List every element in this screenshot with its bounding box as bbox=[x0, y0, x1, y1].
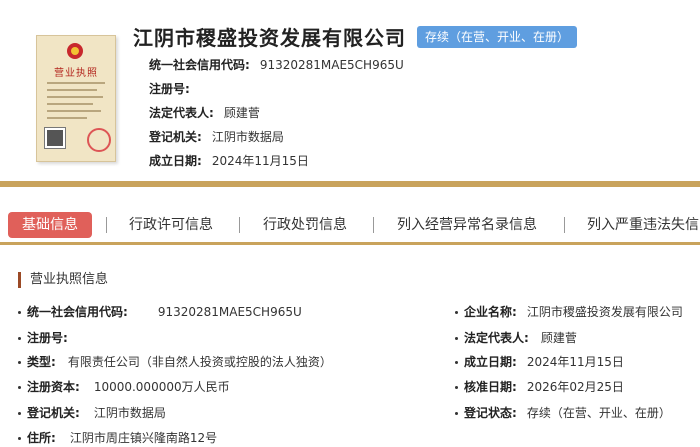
detail-label: 核准日期: bbox=[464, 380, 517, 394]
tab-admin-penalty[interactable]: 行政处罚信息 bbox=[263, 212, 347, 238]
tab-abnormal-list[interactable]: 列入经营异常名录信息 bbox=[397, 212, 537, 238]
license-text-line bbox=[47, 82, 105, 84]
tab-serious-violation[interactable]: 列入严重违法失信 bbox=[587, 212, 699, 238]
status-badge: 存续（在营、开业、在册） bbox=[417, 26, 578, 48]
info-label: 统一社会信用代码: bbox=[149, 58, 250, 72]
license-text-line bbox=[47, 89, 97, 91]
detail-label: 类型: bbox=[27, 355, 56, 369]
detail-type: 类型: 有限责任公司（非自然人投资或控股的法人独资） bbox=[18, 353, 332, 371]
license-text-line bbox=[47, 103, 93, 105]
detail-established: 成立日期: 2024年11月15日 bbox=[455, 353, 624, 371]
detail-value: 10000.000000万人民币 bbox=[93, 380, 230, 394]
detail-label: 注册资本: bbox=[27, 380, 80, 394]
header-info-authority: 登记机关: 江阴市数据局 bbox=[149, 125, 404, 149]
tab-separator bbox=[564, 217, 565, 233]
bullet-dot bbox=[455, 361, 458, 364]
tab-separator bbox=[373, 217, 374, 233]
bullet-dot bbox=[455, 311, 458, 314]
detail-reg-status: 登记状态: 存续（在营、开业、在册） bbox=[455, 404, 671, 422]
company-name-title: 江阴市稷盛投资发展有限公司 bbox=[133, 26, 406, 50]
business-license-thumbnail[interactable]: 营业执照 bbox=[36, 35, 116, 162]
tab-admin-license[interactable]: 行政许可信息 bbox=[129, 212, 213, 238]
qr-code-icon bbox=[44, 127, 66, 149]
license-text-line bbox=[47, 110, 101, 112]
bullet-dot bbox=[18, 361, 21, 364]
tab-underline bbox=[0, 242, 700, 245]
header-info-established: 成立日期: 2024年11月15日 bbox=[149, 149, 404, 173]
detail-label: 统一社会信用代码: bbox=[27, 305, 128, 319]
gold-divider bbox=[0, 181, 700, 187]
info-label: 登记机关: bbox=[149, 130, 202, 144]
detail-approval-date: 核准日期: 2026年02月25日 bbox=[455, 378, 624, 396]
official-seal-icon bbox=[87, 128, 111, 152]
bullet-dot bbox=[455, 337, 458, 340]
detail-value: 2024年11月15日 bbox=[526, 355, 624, 369]
info-label: 注册号: bbox=[149, 82, 190, 96]
detail-label: 住所: bbox=[27, 431, 56, 445]
bullet-dot bbox=[18, 386, 21, 389]
detail-label: 登记机关: bbox=[27, 406, 80, 420]
bullet-dot bbox=[18, 437, 21, 440]
header-info-reg-number: 注册号: bbox=[149, 77, 404, 101]
detail-company-name: 企业名称: 江阴市稷盛投资发展有限公司 bbox=[455, 303, 683, 321]
tab-separator bbox=[106, 217, 107, 233]
company-header: 营业执照 江阴市稷盛投资发展有限公司 存续（在营、开业、在册） 统一社会信用代码… bbox=[0, 0, 700, 180]
header-info-credit-code: 统一社会信用代码: 91320281MAE5CH965U bbox=[149, 53, 404, 77]
info-value: 顾建菅 bbox=[223, 106, 260, 120]
info-value: 91320281MAE5CH965U bbox=[259, 58, 404, 72]
section-title: 营业执照信息 bbox=[18, 272, 108, 288]
info-value: 江阴市数据局 bbox=[211, 130, 284, 144]
license-image-title: 营业执照 bbox=[54, 68, 98, 79]
info-label: 成立日期: bbox=[149, 154, 202, 168]
detail-credit-code: 统一社会信用代码: 91320281MAE5CH965U bbox=[18, 303, 302, 321]
detail-label: 法定代表人: bbox=[464, 331, 529, 345]
detail-label: 登记状态: bbox=[464, 406, 517, 420]
tab-bar: 基础信息 行政许可信息 行政处罚信息 列入经营异常名录信息 列入严重违法失信 bbox=[0, 198, 700, 250]
detail-label: 企业名称: bbox=[464, 305, 517, 319]
detail-value: 存续（在营、开业、在册） bbox=[526, 406, 671, 420]
detail-authority: 登记机关: 江阴市数据局 bbox=[18, 404, 166, 422]
bullet-dot bbox=[18, 337, 21, 340]
detail-value: 江阴市周庄镇兴隆南路12号 bbox=[69, 431, 218, 445]
detail-label: 成立日期: bbox=[464, 355, 517, 369]
national-emblem-icon bbox=[67, 43, 83, 59]
detail-legal-rep: 法定代表人: 顾建菅 bbox=[455, 329, 577, 347]
info-label: 法定代表人: bbox=[149, 106, 214, 120]
detail-address: 住所: 江阴市周庄镇兴隆南路12号 bbox=[18, 429, 217, 447]
bullet-dot bbox=[18, 311, 21, 314]
detail-value: 2026年02月25日 bbox=[526, 380, 624, 394]
tab-basic-info[interactable]: 基础信息 bbox=[8, 212, 92, 238]
bullet-dot bbox=[18, 412, 21, 415]
header-info-list: 统一社会信用代码: 91320281MAE5CH965U 注册号: 法定代表人: 顾… bbox=[149, 53, 404, 173]
detail-value: 江阴市数据局 bbox=[93, 406, 166, 420]
bullet-dot bbox=[455, 412, 458, 415]
detail-value: 江阴市稷盛投资发展有限公司 bbox=[526, 305, 683, 319]
detail-value: 有限责任公司（非自然人投资或控股的法人独资） bbox=[67, 355, 332, 369]
detail-value: 顾建菅 bbox=[540, 331, 577, 345]
info-value: 2024年11月15日 bbox=[211, 154, 309, 168]
bullet-dot bbox=[455, 386, 458, 389]
detail-reg-capital: 注册资本: 10000.000000万人民币 bbox=[18, 378, 230, 396]
license-text-line bbox=[47, 96, 103, 98]
detail-label: 注册号: bbox=[27, 331, 68, 345]
tab-separator bbox=[239, 217, 240, 233]
detail-value: 91320281MAE5CH965U bbox=[157, 305, 302, 319]
detail-reg-number: 注册号: bbox=[18, 329, 68, 347]
header-info-legal-rep: 法定代表人: 顾建菅 bbox=[149, 101, 404, 125]
license-text-line bbox=[47, 117, 87, 119]
